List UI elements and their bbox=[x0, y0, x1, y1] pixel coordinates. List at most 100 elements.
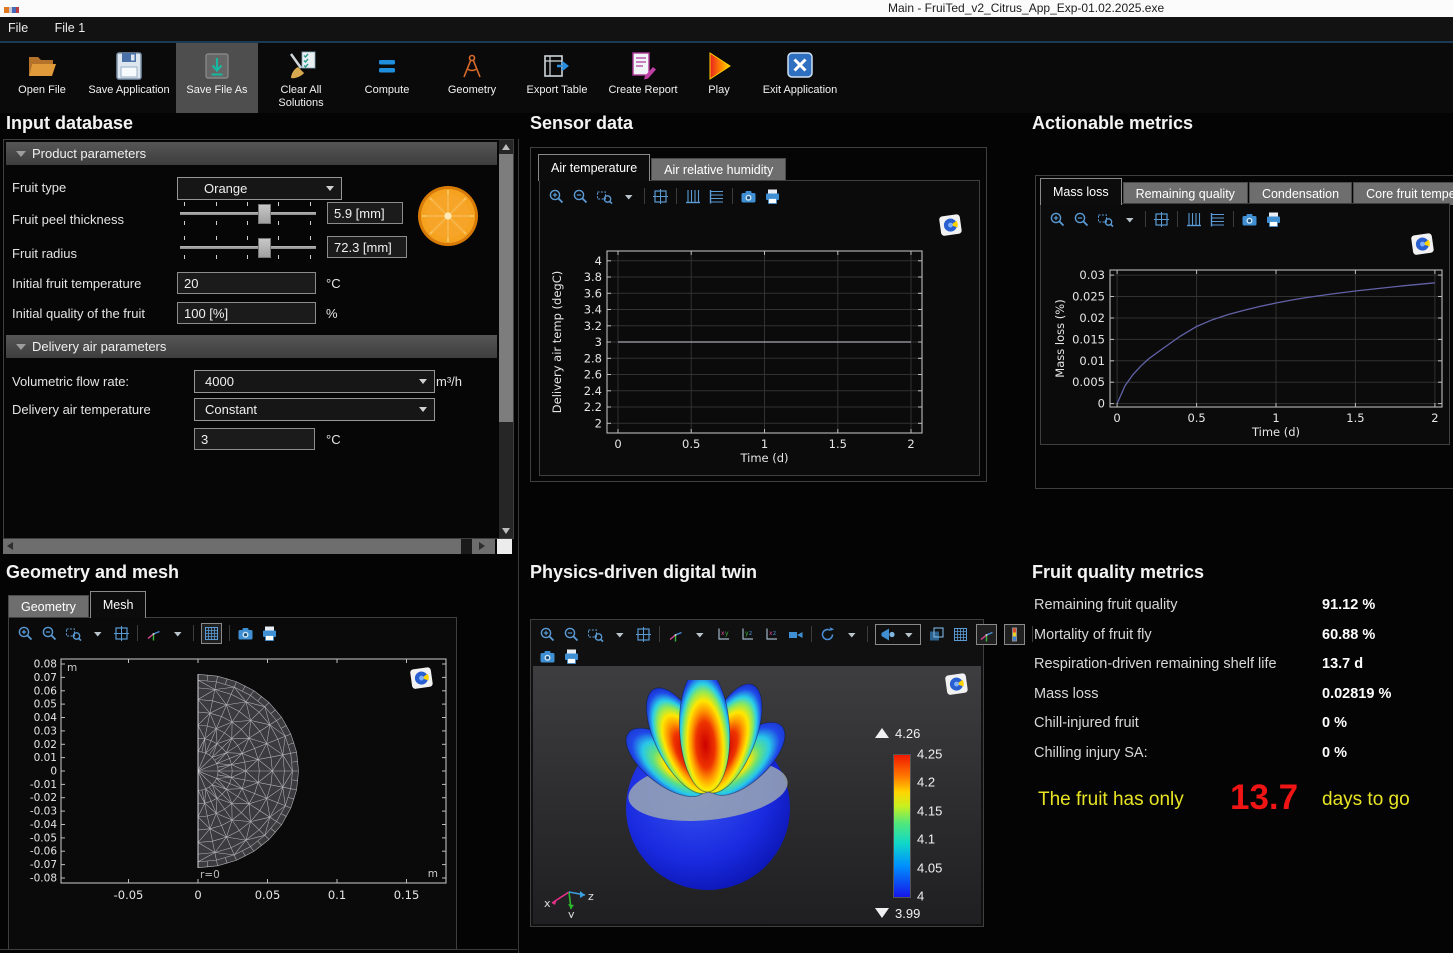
create-report-button[interactable]: Create Report bbox=[600, 43, 686, 113]
slider-tick bbox=[216, 202, 217, 206]
transparency-icon[interactable] bbox=[928, 626, 945, 643]
sensor-chart[interactable]: 00.511.5222.22.42.62.833.23.43.63.84Time… bbox=[540, 207, 977, 475]
volumetric-flow-rate-dropdown[interactable]: 4000 bbox=[194, 370, 435, 393]
camera-icon[interactable] bbox=[740, 188, 757, 205]
sensor-tab-air-relative-humidity[interactable]: Air relative humidity bbox=[651, 158, 786, 181]
x-gridlines-icon[interactable] bbox=[1185, 211, 1202, 228]
axis-triad-icon[interactable] bbox=[145, 625, 162, 642]
slider-handle[interactable] bbox=[258, 238, 271, 258]
view-xy-icon[interactable]: xy bbox=[715, 626, 732, 643]
axis-orientation-toggle-active[interactable] bbox=[976, 624, 997, 645]
fruit-radius-slider[interactable] bbox=[180, 234, 316, 260]
horizontal-scrollbar[interactable] bbox=[3, 539, 495, 554]
metrics-tab-condensation[interactable]: Condensation bbox=[1249, 182, 1352, 205]
printer-icon[interactable] bbox=[261, 625, 278, 642]
zoom-out-icon[interactable] bbox=[41, 625, 58, 642]
y-gridlines-icon[interactable] bbox=[1209, 211, 1226, 228]
digital-twin-scene[interactable]: 4.26 4.254.24.154.14.054 3.99 x y z bbox=[533, 666, 981, 924]
caret-down-icon[interactable] bbox=[1121, 211, 1138, 228]
printer-icon[interactable] bbox=[563, 648, 580, 665]
zoom-out-icon[interactable] bbox=[1073, 211, 1090, 228]
scene-light-dropdown-icon[interactable] bbox=[900, 626, 917, 643]
zoom-in-icon[interactable] bbox=[1049, 211, 1066, 228]
view-yz-icon[interactable]: yz bbox=[739, 626, 756, 643]
zoom-extents-icon[interactable] bbox=[1153, 211, 1170, 228]
caret-down-icon[interactable] bbox=[611, 626, 628, 643]
scene-light-group[interactable] bbox=[875, 624, 921, 645]
menu-file[interactable]: File bbox=[0, 17, 39, 35]
fruit-peel-thickness-slider[interactable] bbox=[180, 200, 316, 226]
printer-icon[interactable] bbox=[1265, 211, 1282, 228]
product-parameters-header[interactable]: Product parameters bbox=[6, 142, 497, 165]
export-table-button[interactable]: Export Table bbox=[514, 43, 600, 113]
compute-button[interactable]: Compute bbox=[344, 43, 430, 113]
geometry-tab-geometry[interactable]: Geometry bbox=[8, 595, 89, 618]
camera-icon[interactable] bbox=[539, 648, 556, 665]
color-legend-toggle-active[interactable] bbox=[1004, 624, 1025, 645]
view-xz-icon[interactable]: xz bbox=[763, 626, 780, 643]
rotate-icon[interactable] bbox=[819, 626, 836, 643]
zoom-box-icon[interactable] bbox=[1097, 211, 1114, 228]
caret-down-icon[interactable] bbox=[843, 626, 860, 643]
toolbar-separator bbox=[811, 626, 812, 642]
svg-text:2: 2 bbox=[595, 416, 602, 430]
zoom-extents-icon[interactable] bbox=[113, 625, 130, 642]
caret-down-icon[interactable] bbox=[620, 188, 637, 205]
scene-light-icon[interactable] bbox=[879, 626, 896, 643]
x-gridlines-icon[interactable] bbox=[684, 188, 701, 205]
axis-orientation-toggle-icon[interactable] bbox=[978, 626, 995, 643]
exit-application-button[interactable]: Exit Application bbox=[752, 43, 848, 113]
menu-file-1[interactable]: File 1 bbox=[44, 17, 97, 35]
perspective-icon[interactable] bbox=[787, 626, 804, 643]
svg-text:-0.03: -0.03 bbox=[30, 806, 57, 818]
window-titlebar: Main - FruiTed_v2_Citrus_App_Exp-01.02.2… bbox=[0, 0, 1453, 17]
fruit-radius-value[interactable]: 72.3 [mm] bbox=[327, 236, 407, 258]
zoom-in-icon[interactable] bbox=[539, 626, 556, 643]
mesh-plot[interactable]: -0.0500.050.10.150.080.070.060.050.040.0… bbox=[9, 646, 454, 946]
initial-quality-input[interactable]: 100 [%] bbox=[177, 302, 316, 324]
zoom-extents-icon[interactable] bbox=[635, 626, 652, 643]
metrics-tab-mass-loss[interactable]: Mass loss bbox=[1040, 178, 1122, 205]
save-file-as-button[interactable]: Save File As bbox=[176, 43, 258, 113]
sensor-tab-air-temperature[interactable]: Air temperature bbox=[538, 154, 650, 181]
save-application-button[interactable]: Save Application bbox=[82, 43, 176, 113]
camera-icon[interactable] bbox=[1241, 211, 1258, 228]
camera-icon[interactable] bbox=[237, 625, 254, 642]
zoom-box-icon[interactable] bbox=[587, 626, 604, 643]
zoom-in-icon[interactable] bbox=[17, 625, 34, 642]
y-gridlines-icon[interactable] bbox=[708, 188, 725, 205]
zoom-out-icon[interactable] bbox=[563, 626, 580, 643]
caret-down-icon[interactable] bbox=[691, 626, 708, 643]
zoom-extents-icon[interactable] bbox=[652, 188, 669, 205]
axis-triad-icon[interactable] bbox=[667, 626, 684, 643]
printer-icon[interactable] bbox=[764, 188, 781, 205]
vertical-scrollbar[interactable] bbox=[499, 140, 513, 538]
zoom-in-icon[interactable] bbox=[548, 188, 565, 205]
constant-temperature-input[interactable]: 3 bbox=[194, 428, 315, 450]
delivery-air-temperature-dropdown[interactable]: Constant bbox=[194, 398, 435, 421]
massloss-chart[interactable]: 00.511.5200.0050.010.0150.020.0250.03Tim… bbox=[1041, 230, 1449, 442]
grid-toggle-active[interactable] bbox=[201, 623, 222, 644]
fruit-peel-thickness-value[interactable]: 5.9 [mm] bbox=[327, 202, 403, 224]
open-file-button[interactable]: Open File bbox=[2, 43, 82, 113]
caret-down-icon[interactable] bbox=[169, 625, 186, 642]
zoom-box-icon[interactable] bbox=[596, 188, 613, 205]
delivery-air-parameters-header[interactable]: Delivery air parameters bbox=[6, 335, 497, 358]
metrics-tab-core-fruit-temperature[interactable]: Core fruit temperature bbox=[1353, 182, 1453, 205]
zoom-box-icon[interactable] bbox=[65, 625, 82, 642]
grid-toggle-icon[interactable] bbox=[203, 625, 220, 642]
slider-handle[interactable] bbox=[258, 204, 271, 224]
grid-icon[interactable] bbox=[952, 626, 969, 643]
color-legend-toggle-icon[interactable] bbox=[1006, 626, 1023, 643]
metrics-tab-remaining-quality[interactable]: Remaining quality bbox=[1123, 182, 1248, 205]
fruit-type-label: Fruit type bbox=[12, 180, 66, 195]
fruit-quality-metrics-title: Fruit quality metrics bbox=[1032, 562, 1204, 583]
clear-all-solutions-button[interactable]: Clear All Solutions bbox=[258, 43, 344, 113]
play-button[interactable]: Play bbox=[686, 43, 752, 113]
initial-fruit-temperature-input[interactable]: 20 bbox=[177, 272, 316, 294]
zoom-out-icon[interactable] bbox=[572, 188, 589, 205]
fruit-type-dropdown[interactable]: Orange bbox=[177, 177, 342, 200]
geometry-tab-mesh[interactable]: Mesh bbox=[90, 591, 147, 618]
geometry-button[interactable]: Geometry bbox=[430, 43, 514, 113]
caret-down-icon[interactable] bbox=[89, 625, 106, 642]
